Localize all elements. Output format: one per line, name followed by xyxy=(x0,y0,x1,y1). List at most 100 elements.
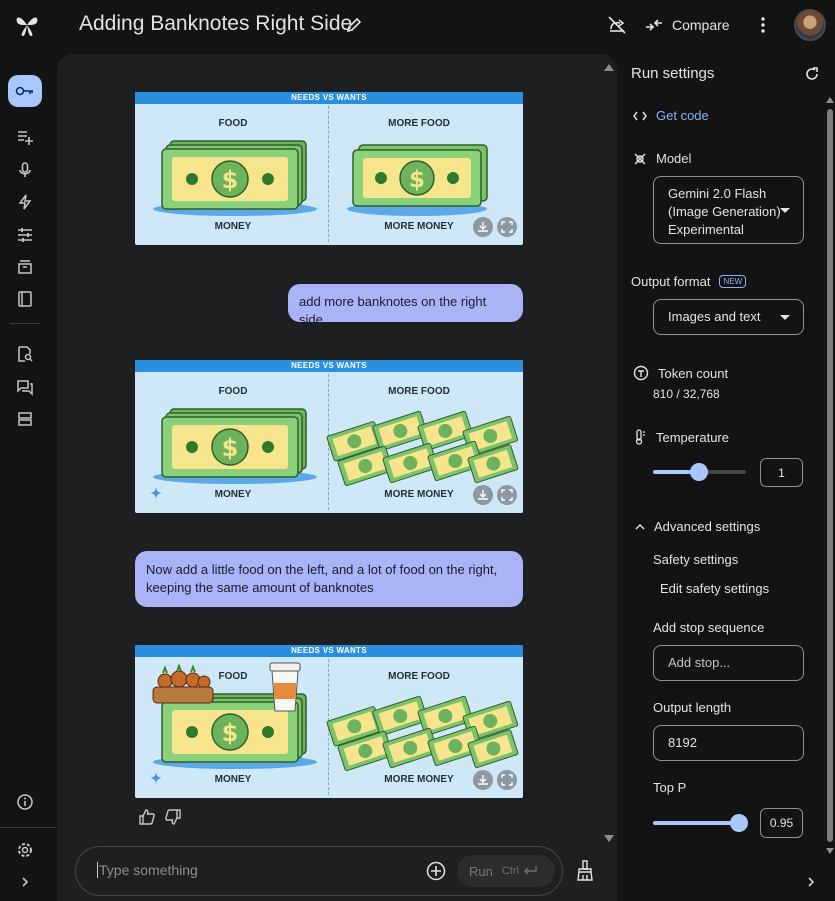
svg-text:$: $ xyxy=(222,719,239,747)
image-label-more-food: MORE FOOD xyxy=(388,386,450,397)
model-value-line: (Image Generation) xyxy=(668,204,781,219)
image-header: NEEDS VS WANTS xyxy=(135,645,523,657)
stop-sequence-input[interactable]: Add stop... xyxy=(653,645,804,681)
image-label-food: FOOD xyxy=(218,386,248,397)
rail-item-settings[interactable] xyxy=(12,837,38,863)
edit-safety-settings-link[interactable]: Edit safety settings xyxy=(660,581,769,596)
advanced-settings-toggle[interactable]: Advanced settings xyxy=(635,519,760,534)
feedback-actions xyxy=(138,808,182,826)
image-actions xyxy=(473,770,517,790)
svg-text:$: $ xyxy=(222,434,239,462)
output-format-select[interactable]: Images and text xyxy=(653,299,804,335)
rail-item-info[interactable] xyxy=(12,789,38,815)
rail-divider xyxy=(10,323,40,324)
generated-image[interactable]: NEEDS VS WANTS FOOD MORE FOOD MONEY MORE… xyxy=(135,645,523,798)
image-header: NEEDS VS WANTS xyxy=(135,92,523,104)
generated-image[interactable]: NEEDS VS WANTS FOOD MORE FOOD MONEY MORE… xyxy=(135,92,523,245)
model-icon xyxy=(634,153,646,164)
rail-item-chat[interactable] xyxy=(12,374,38,400)
chat-icon xyxy=(17,380,33,396)
image-label-money: MONEY xyxy=(214,221,252,232)
new-badge: NEW xyxy=(719,275,747,288)
thumbs-down-icon[interactable] xyxy=(164,808,182,826)
thermometer-icon xyxy=(635,429,645,445)
compare-button[interactable]: Compare xyxy=(644,12,730,38)
top-p-slider-handle[interactable] xyxy=(730,814,748,832)
fullscreen-button[interactable] xyxy=(497,770,517,790)
prompt-input[interactable]: Type something xyxy=(97,862,198,878)
top-p-slider-track[interactable] xyxy=(653,821,741,825)
fullscreen-button[interactable] xyxy=(497,217,517,237)
avatar[interactable] xyxy=(794,9,826,41)
image-label-food: FOOD xyxy=(218,118,248,129)
sparkle-icon xyxy=(150,487,162,499)
output-length-input[interactable]: 8192 xyxy=(653,725,804,761)
rail-item-expand[interactable] xyxy=(12,869,38,895)
model-select[interactable]: Gemini 2.0 Flash (Image Generation) Expe… xyxy=(653,176,804,244)
bolt-icon xyxy=(18,194,32,210)
run-label: Run xyxy=(469,863,493,879)
model-value-line: Experimental xyxy=(668,222,744,237)
download-button[interactable] xyxy=(473,485,493,505)
add-media-icon[interactable] xyxy=(426,861,446,881)
rail-item-search-doc[interactable] xyxy=(12,341,38,367)
get-code-label: Get code xyxy=(656,108,709,123)
download-button[interactable] xyxy=(473,217,493,237)
fullscreen-icon xyxy=(501,489,513,501)
code-icon xyxy=(633,111,647,120)
image-actions xyxy=(473,217,517,237)
generated-image[interactable]: NEEDS VS WANTS FOOD MORE FOOD MONEY MORE… xyxy=(135,360,523,513)
logo-icon[interactable] xyxy=(14,12,40,38)
model-value-line: Gemini 2.0 Flash xyxy=(668,186,767,201)
image-label-money: MONEY xyxy=(214,489,252,500)
image-divider xyxy=(328,106,329,242)
tune-icon xyxy=(18,228,32,242)
image-label-money: MONEY xyxy=(214,774,252,785)
chevron-down-icon xyxy=(780,315,790,320)
output-format-section: Output format NEW xyxy=(631,274,747,289)
token-count-section: Token count xyxy=(633,365,728,381)
rail-item-tune[interactable] xyxy=(12,222,38,248)
settings-icon xyxy=(18,843,32,857)
run-button[interactable]: Run Ctrl xyxy=(457,855,555,887)
advanced-settings-label: Advanced settings xyxy=(654,519,761,534)
search-doc-icon xyxy=(18,346,33,362)
rail-item-new-prompt[interactable] xyxy=(12,124,38,150)
settings-scroll-down[interactable] xyxy=(826,848,834,854)
rail-item-storage[interactable] xyxy=(12,406,38,432)
stop-sharing-icon[interactable] xyxy=(606,14,628,36)
clear-chat-icon[interactable] xyxy=(575,859,595,881)
temperature-slider-handle[interactable] xyxy=(690,463,708,481)
run-shortcut: Ctrl xyxy=(501,865,519,877)
chat-scroll-down[interactable] xyxy=(604,835,614,842)
image-label-more-food: MORE FOOD xyxy=(388,671,450,682)
download-button[interactable] xyxy=(473,770,493,790)
get-code-link[interactable]: Get code xyxy=(633,108,709,123)
rail-item-mic[interactable] xyxy=(12,157,38,183)
more-vert-icon[interactable] xyxy=(752,14,774,36)
top-bar: Adding Banknotes Right Side Compare xyxy=(0,0,835,50)
rail-item-library[interactable] xyxy=(12,254,38,280)
safety-settings-label: Safety settings xyxy=(653,552,739,567)
edit-icon[interactable] xyxy=(345,16,363,34)
chat-scroll-up[interactable] xyxy=(604,64,614,71)
rail-item-key[interactable] xyxy=(8,75,42,107)
rail-item-stream[interactable] xyxy=(12,189,38,215)
fullscreen-button[interactable] xyxy=(497,485,517,505)
settings-scrollbar[interactable] xyxy=(827,109,833,842)
many-banknotes-illustration xyxy=(326,410,519,487)
chevron-right-icon[interactable] xyxy=(806,876,816,888)
run-settings-title: Run settings xyxy=(631,65,715,82)
stop-sequence-label: Add stop sequence xyxy=(653,620,765,635)
thumbs-up-icon[interactable] xyxy=(138,808,156,826)
reset-icon[interactable] xyxy=(804,66,820,82)
model-label: Model xyxy=(656,151,692,166)
model-section: Model xyxy=(633,151,691,166)
download-icon xyxy=(478,222,488,232)
output-length-label: Output length xyxy=(653,700,732,715)
settings-scroll-up[interactable] xyxy=(826,97,834,103)
top-p-input[interactable]: 0.95 xyxy=(760,808,803,838)
rail-item-docs[interactable] xyxy=(12,286,38,312)
temperature-input[interactable]: 1 xyxy=(760,458,803,487)
compare-icon xyxy=(646,19,662,31)
